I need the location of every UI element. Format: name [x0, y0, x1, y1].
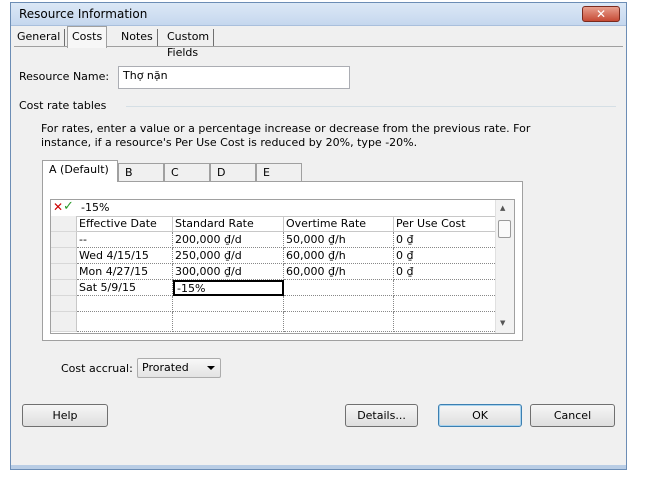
row-4-per-use-cost[interactable] — [394, 280, 505, 296]
row-1-per-use-cost[interactable]: 0 ₫ — [394, 232, 505, 248]
resource-name-label: Resource Name: — [19, 70, 110, 83]
row-1-overtime-rate[interactable]: 50,000 ₫/h — [284, 232, 394, 248]
cost-accrual-value: Prorated — [142, 361, 189, 374]
row-2-standard-rate[interactable]: 250,000 ₫/d — [173, 248, 284, 264]
grid-vertical-scrollbar[interactable]: ▲ ▼ — [495, 200, 514, 333]
tab-custom-fields[interactable]: Custom Fields — [163, 29, 215, 59]
col-header-per-use-cost: Per Use Cost — [394, 216, 505, 232]
row-2-per-use-cost[interactable]: 0 ₫ — [394, 248, 505, 264]
window-title: Resource Information — [19, 7, 148, 21]
tab-notes[interactable]: Notes — [117, 29, 158, 46]
cancel-button[interactable]: Cancel — [530, 404, 615, 427]
group-divider — [126, 106, 616, 107]
help-button[interactable]: Help — [22, 404, 108, 427]
row-3-effective-date[interactable]: Mon 4/27/15 — [77, 264, 173, 280]
col-header-overtime-rate: Overtime Rate — [284, 216, 394, 232]
row-selector[interactable] — [51, 248, 77, 264]
row-4-standard-rate-active-cell[interactable]: -15% — [173, 280, 284, 296]
rate-tab-a[interactable]: A (Default) — [42, 160, 118, 182]
empty-cell[interactable] — [173, 312, 284, 332]
tab-costs[interactable]: Costs — [67, 26, 108, 48]
accept-entry-icon[interactable]: ✓ — [63, 199, 74, 214]
empty-cell[interactable] — [394, 312, 505, 332]
rate-table-pane: ✕ ✓ -15% Effective Date Standard Rate Ov… — [42, 181, 523, 341]
resource-name-field[interactable]: Thợ nặn — [118, 66, 350, 89]
entry-bar: ✕ ✓ -15% — [51, 199, 496, 217]
instructions-line-1: For rates, enter a value or a percentage… — [41, 122, 531, 135]
row-selector[interactable] — [51, 296, 77, 312]
tab-general[interactable]: General — [13, 29, 66, 46]
details-button[interactable]: Details... — [345, 404, 418, 427]
row-1-standard-rate[interactable]: 200,000 ₫/d — [173, 232, 284, 248]
cost-accrual-dropdown[interactable]: Prorated — [137, 358, 221, 378]
instructions-line-2: instance, if a resource's Per Use Cost i… — [41, 136, 418, 149]
rate-tab-e[interactable]: E — [256, 163, 302, 181]
close-button[interactable]: ✕ — [582, 6, 620, 22]
scroll-up-icon[interactable]: ▲ — [500, 204, 505, 212]
rate-tab-b[interactable]: B — [118, 163, 164, 181]
scroll-down-icon[interactable]: ▼ — [500, 319, 505, 327]
row-3-standard-rate[interactable]: 300,000 ₫/d — [173, 264, 284, 280]
row-3-overtime-rate[interactable]: 60,000 ₫/h — [284, 264, 394, 280]
row-2-effective-date[interactable]: Wed 4/15/15 — [77, 248, 173, 264]
empty-cell[interactable] — [173, 296, 284, 312]
row-4-effective-date[interactable]: Sat 5/9/15 — [77, 280, 173, 296]
row-selector[interactable] — [51, 264, 77, 280]
dialog-bottom-edge — [11, 465, 626, 469]
empty-cell[interactable] — [394, 296, 505, 312]
rate-tab-c[interactable]: C — [164, 163, 210, 181]
title-bar: Resource Information ✕ — [11, 3, 626, 26]
row-4-overtime-rate[interactable] — [284, 280, 394, 296]
header-corner — [51, 216, 77, 232]
empty-cell[interactable] — [77, 296, 173, 312]
col-header-standard-rate: Standard Rate — [173, 216, 284, 232]
costs-panel: Resource Name: Thợ nặn Cost rate tables … — [14, 46, 623, 452]
cost-rate-tables-label: Cost rate tables — [19, 99, 107, 112]
chevron-down-icon — [207, 366, 215, 370]
row-selector[interactable] — [51, 232, 77, 248]
scroll-thumb[interactable] — [498, 220, 511, 238]
cost-accrual-label: Cost accrual: — [61, 362, 133, 375]
empty-cell[interactable] — [77, 312, 173, 332]
resource-information-dialog: Resource Information ✕ General Costs Not… — [10, 2, 627, 470]
cancel-entry-icon[interactable]: ✕ — [53, 200, 63, 214]
cost-rate-grid: ✕ ✓ -15% Effective Date Standard Rate Ov… — [50, 199, 515, 334]
row-selector[interactable] — [51, 280, 77, 296]
rate-table-tabs: A (Default) B C D E — [42, 160, 302, 182]
row-1-effective-date[interactable]: -- — [77, 232, 173, 248]
rate-tab-d[interactable]: D — [210, 163, 256, 181]
empty-cell[interactable] — [284, 312, 394, 332]
empty-cell[interactable] — [284, 296, 394, 312]
col-header-effective-date: Effective Date — [77, 216, 173, 232]
ok-button[interactable]: OK — [438, 404, 522, 427]
entry-value[interactable]: -15% — [81, 201, 109, 214]
row-2-overtime-rate[interactable]: 60,000 ₫/h — [284, 248, 394, 264]
row-3-per-use-cost[interactable]: 0 ₫ — [394, 264, 505, 280]
row-selector[interactable] — [51, 312, 77, 332]
